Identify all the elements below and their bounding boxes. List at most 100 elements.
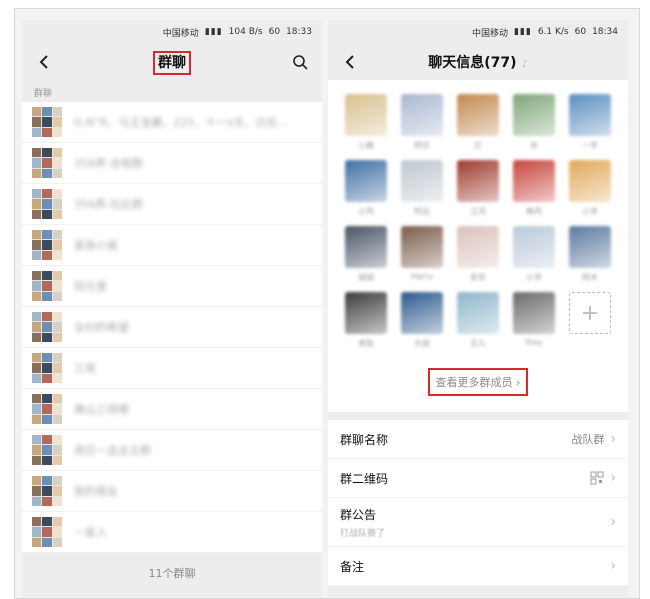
group-row[interactable]: 佛山三排楼 bbox=[22, 389, 322, 430]
view-more-members-button[interactable]: 查看更多群成员 › bbox=[427, 368, 529, 396]
mute-bell-icon: ♪ bbox=[521, 59, 528, 70]
search-icon bbox=[293, 55, 308, 70]
search-button[interactable] bbox=[288, 50, 312, 74]
member-item[interactable]: 晚风 bbox=[506, 160, 562, 216]
group-avatar bbox=[32, 230, 62, 260]
member-name: 王九 bbox=[470, 339, 486, 348]
group-name: 周日一品全主群 bbox=[74, 444, 151, 457]
member-item[interactable]: 小风 bbox=[338, 160, 394, 216]
member-avatar bbox=[569, 160, 611, 202]
member-item[interactable]: 阿乐 bbox=[394, 94, 450, 150]
member-name: 一字 bbox=[582, 141, 598, 150]
chevron-left-icon bbox=[39, 55, 48, 69]
view-more-wrap: 查看更多群成员 › bbox=[328, 354, 628, 412]
member-avatar bbox=[569, 94, 611, 136]
qr-code-right: › bbox=[590, 470, 616, 486]
notice-text-wrap: 群公告 打战队赛了 bbox=[340, 506, 385, 539]
group-row[interactable]: 三哥 bbox=[22, 348, 322, 389]
member-name: 大叔 bbox=[414, 339, 430, 348]
clock: 18:33 bbox=[286, 27, 312, 37]
member-item[interactable]: 米 bbox=[506, 94, 562, 150]
signal-icon: ▮▮▮ bbox=[513, 27, 532, 37]
remark-row[interactable]: 备注 › bbox=[328, 547, 628, 586]
member-item[interactable]: 小鹿 bbox=[338, 94, 394, 150]
member-avatar bbox=[401, 94, 443, 136]
member-avatar bbox=[513, 94, 555, 136]
group-avatar bbox=[32, 353, 62, 383]
member-name: Herry bbox=[410, 272, 434, 281]
group-avatar bbox=[32, 435, 62, 465]
member-avatar bbox=[401, 226, 443, 268]
back-button[interactable] bbox=[32, 50, 56, 74]
group-name: 三哥 bbox=[74, 362, 96, 375]
chevron-right-icon: › bbox=[610, 558, 616, 574]
member-name: 小鹿 bbox=[358, 141, 374, 150]
nav-bar: 群聊 bbox=[22, 44, 322, 80]
group-row[interactable]: 阳光里 bbox=[22, 266, 322, 307]
group-row[interactable]: 周日一品全主群 bbox=[22, 430, 322, 471]
group-row[interactable]: 一家人 bbox=[22, 512, 322, 553]
group-avatar bbox=[32, 517, 62, 547]
member-name: 米 bbox=[530, 141, 538, 150]
status-bar: 中国移动 ▮▮▮ 104 B/s 60 18:33 bbox=[22, 20, 322, 44]
group-row[interactable]: 356弄-社区群 bbox=[22, 184, 322, 225]
group-row[interactable]: 356弄-合租群 bbox=[22, 143, 322, 184]
group-name-row[interactable]: 群聊名称 战队群 › bbox=[328, 420, 628, 459]
member-name: 小宇 bbox=[526, 273, 542, 282]
member-item[interactable]: 一字 bbox=[562, 94, 618, 150]
member-name: 胡胡 bbox=[358, 273, 374, 282]
page-title-wrap: 聊天信息(77) ♪ bbox=[328, 52, 628, 72]
member-avatar bbox=[345, 160, 387, 202]
group-list-screen: 中国移动 ▮▮▮ 104 B/s 60 18:33 群聊 群聊 G.N°R、马王… bbox=[22, 20, 322, 597]
member-item[interactable]: 大叔 bbox=[394, 292, 450, 348]
member-name: 阿木 bbox=[582, 273, 598, 282]
notice-row[interactable]: 群公告 打战队赛了 › bbox=[328, 498, 628, 547]
settings-list: 群聊名称 战队群 › 群二维码 › 群公告 打战队赛了 › 备注 › bbox=[328, 420, 628, 586]
battery-level: 60 bbox=[574, 27, 587, 37]
chevron-right-icon: › bbox=[610, 514, 616, 530]
member-item[interactable]: 小羊 bbox=[562, 160, 618, 216]
member-item[interactable]: 老陈 bbox=[338, 292, 394, 348]
remark-label: 备注 bbox=[340, 559, 365, 574]
member-item[interactable]: 王九 bbox=[450, 292, 506, 348]
member-item[interactable]: 胡胡 bbox=[338, 226, 394, 282]
member-avatar bbox=[457, 160, 499, 202]
group-name-right: 战队群 › bbox=[571, 431, 616, 447]
member-item[interactable]: Stay bbox=[506, 292, 562, 348]
member-item[interactable]: 灯 bbox=[450, 94, 506, 150]
member-avatar bbox=[513, 226, 555, 268]
member-item[interactable]: 阿木 bbox=[562, 226, 618, 282]
member-item[interactable]: 安安 bbox=[450, 226, 506, 282]
member-name: 老陈 bbox=[358, 339, 374, 348]
net-speed: 6.1 K/s bbox=[537, 27, 569, 37]
group-count: 11个群聊 bbox=[22, 553, 322, 593]
add-member-button[interactable]: + bbox=[569, 292, 611, 334]
group-row[interactable]: 我的朋友 bbox=[22, 471, 322, 512]
member-name: 安安 bbox=[470, 273, 486, 282]
member-item[interactable]: 小宇 bbox=[506, 226, 562, 282]
group-row[interactable]: 家族小屋 bbox=[22, 225, 322, 266]
clock: 18:34 bbox=[592, 27, 618, 37]
member-item[interactable]: 江河 bbox=[450, 160, 506, 216]
group-row[interactable]: 全村的希望 bbox=[22, 307, 322, 348]
member-name: 江河 bbox=[470, 207, 486, 216]
member-item[interactable]: Herry bbox=[394, 226, 450, 282]
add-member-cell: + bbox=[562, 292, 618, 348]
group-name: 一家人 bbox=[74, 526, 107, 539]
back-button[interactable] bbox=[338, 50, 362, 74]
member-grid: 小鹿 阿乐 灯 米 一字小风 阿远 江河 晚风 小羊胡胡 Herry 安安 小宇 阿木老陈 大叔 王九 Sta… bbox=[328, 80, 628, 354]
member-item[interactable]: 阿远 bbox=[394, 160, 450, 216]
member-name: 灯 bbox=[474, 141, 482, 150]
notice-label: 群公告 bbox=[340, 507, 377, 522]
member-name: Stay bbox=[525, 338, 543, 347]
group-name: G.N°R、马王宝藏、225、十一x生、比伦... bbox=[74, 116, 289, 129]
group-avatar bbox=[32, 148, 62, 178]
chevron-left-icon bbox=[345, 55, 354, 69]
carrier-label: 中国移动 bbox=[471, 28, 508, 39]
battery-level: 60 bbox=[268, 27, 281, 37]
status-bar: 中国移动 ▮▮▮ 6.1 K/s 60 18:34 bbox=[328, 20, 628, 44]
member-name: 晚风 bbox=[526, 207, 542, 216]
group-avatar bbox=[32, 271, 62, 301]
group-row[interactable]: G.N°R、马王宝藏、225、十一x生、比伦... bbox=[22, 102, 322, 143]
qr-code-row[interactable]: 群二维码 › bbox=[328, 459, 628, 498]
